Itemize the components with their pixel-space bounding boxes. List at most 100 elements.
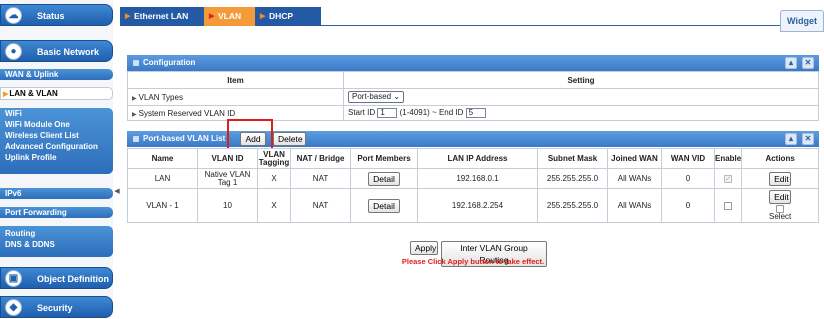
col-nat-bridge: NAT / Bridge [290, 148, 351, 169]
apply-button[interactable]: Apply [410, 241, 438, 255]
detail-button[interactable]: Detail [368, 171, 400, 186]
detail-button[interactable]: Detail [368, 198, 400, 213]
edit-button[interactable]: Edit [769, 190, 792, 204]
nav-port-forwarding[interactable]: Port Forwarding [0, 207, 113, 218]
tab-arrow-icon: ▶ [125, 13, 131, 20]
cell-mask: 255.255.255.0 [537, 188, 608, 223]
col-enable: Enable [713, 148, 743, 169]
nav-routing[interactable]: Routing [0, 228, 113, 239]
vlan-types-select[interactable]: Port-based ⌄ [348, 91, 405, 103]
cell-nat: NAT [290, 168, 351, 189]
range-hint: (1-4091) ~ End ID [399, 108, 464, 118]
nav-wifi[interactable]: WiFi [0, 108, 113, 119]
cell-actions: Edit [741, 168, 819, 189]
delete-vlan-button[interactable]: Delete [273, 132, 306, 146]
configuration-title: Configuration [143, 58, 196, 67]
tab-ethernet-lan-label: Ethernet LAN [134, 11, 189, 21]
tab-vlan-label: VLAN [218, 11, 242, 21]
cell-joined-wan: All WANs [607, 188, 662, 223]
cell-actions: Edit Select [741, 188, 819, 223]
col-vlan-tagging: VLAN Tagging [257, 148, 291, 169]
vlan-types-label: VLAN Types [138, 92, 183, 102]
nav-ipv6[interactable]: IPv6 [0, 188, 113, 199]
row-arrow-icon: ▶ [132, 111, 137, 118]
enable-checkbox[interactable] [724, 174, 733, 183]
tab-ethernet-lan[interactable]: ▶ Ethernet LAN [120, 7, 204, 26]
cell-tagging: X [257, 168, 291, 189]
network-globe-icon: ● [5, 43, 22, 60]
col-actions: Actions [741, 148, 819, 169]
cell-name: LAN [127, 168, 198, 189]
apply-notice: Please Click Apply button to take effect… [401, 257, 545, 266]
nav-basic-network-label: Basic Network [37, 47, 100, 57]
select-label: Select [769, 212, 792, 221]
col-wan-vid: WAN VID [661, 148, 715, 169]
end-id-input[interactable]: 5 [465, 108, 486, 118]
collapse-sidebar-icon[interactable]: ◀ [113, 182, 121, 202]
col-vlan-id: VLAN ID [197, 148, 258, 169]
cell-port-members: Detail [350, 188, 418, 223]
collapse-panel-icon[interactable]: ▴ [785, 57, 797, 69]
shield-icon: ◆ [5, 299, 22, 316]
cell-tagging: X [257, 188, 291, 223]
widget-button[interactable]: Widget [780, 10, 824, 32]
nav-wifi-module-one[interactable]: WiFi Module One [0, 119, 113, 130]
cell-ip: 192.168.0.1 [417, 168, 538, 189]
tab-dhcp-server[interactable]: ▶ DHCP Server [255, 7, 321, 40]
reserved-vlan-label: System Reserved VLAN ID [138, 108, 236, 118]
tab-bar: ▶ Ethernet LAN ▶ VLAN ▶ DHCP Server Widget [120, 7, 824, 40]
tab-vlan[interactable]: ▶ VLAN [204, 7, 255, 26]
reserved-setting: Start ID 1 (1-4091) ~ End ID 5 [343, 105, 819, 121]
nav-basic-network[interactable]: ● Basic Network [0, 40, 113, 62]
cell-vlan-id: Native VLAN Tag 1 [197, 168, 258, 189]
nav-object-definition[interactable]: ▣ Object Definition [0, 267, 113, 289]
edit-button[interactable]: Edit [769, 171, 792, 186]
nav-wifi-group: WiFi WiFi Module One Wireless Client Lis… [0, 108, 113, 174]
nav-status-label: Status [37, 11, 65, 21]
collapse-panel-icon[interactable]: ▴ [785, 133, 797, 145]
nav-status[interactable]: ☁ Status [0, 4, 113, 26]
nav-object-definition-label: Object Definition [37, 274, 109, 284]
cell-joined-wan: All WANs [607, 168, 662, 189]
tab-arrow-icon: ▶ [260, 13, 266, 20]
cell-ip: 192.168.2.254 [417, 188, 538, 223]
start-id-input[interactable]: 1 [377, 108, 398, 118]
cell-wan-vid: 0 [661, 168, 715, 189]
vlan-types-label-cell: ▶ VLAN Types [127, 88, 344, 106]
object-definition-icon: ▣ [5, 270, 22, 287]
vlan-list-table: Name VLAN ID VLAN Tagging NAT / Bridge P… [127, 148, 819, 223]
nav-dns-ddns[interactable]: DNS & DDNS [0, 239, 113, 250]
vlan-list-title: Port-based VLAN List [143, 134, 226, 143]
col-item: Item [127, 71, 344, 89]
close-panel-icon[interactable]: ✕ [802, 133, 814, 145]
col-subnet-mask: Subnet Mask [537, 148, 608, 169]
panel-bullet-icon [133, 135, 139, 142]
close-panel-icon[interactable]: ✕ [802, 57, 814, 69]
cell-enable [713, 188, 743, 223]
nav-routing-group: Routing DNS & DDNS [0, 226, 113, 257]
nav-security[interactable]: ◆ Security [0, 296, 113, 318]
cell-wan-vid: 0 [661, 188, 715, 223]
enable-checkbox[interactable] [724, 201, 733, 210]
nav-uplink-profile[interactable]: Uplink Profile [0, 152, 113, 163]
cell-name: VLAN - 1 [127, 188, 198, 223]
tab-arrow-icon: ▶ [209, 13, 215, 20]
nav-advanced-configuration[interactable]: Advanced Configuration [0, 141, 113, 152]
nav-security-label: Security [37, 303, 73, 313]
row-arrow-icon: ▶ [132, 95, 137, 102]
status-icon: ☁ [5, 7, 22, 24]
col-port-members: Port Members [350, 148, 418, 169]
vlan-types-setting: Port-based ⌄ [343, 88, 819, 106]
active-arrow-icon: ▶ [3, 91, 9, 98]
col-name: Name [127, 148, 198, 169]
sidebar: ☁ Status ● Basic Network WAN & Uplink ▶L… [0, 0, 113, 318]
nav-lan-vlan[interactable]: ▶LAN & VLAN [0, 87, 113, 100]
tab-dhcp-server-label: DHCP Server [269, 11, 296, 40]
vlan-types-value: Port-based [352, 92, 392, 101]
panel-bullet-icon [133, 59, 139, 66]
nav-wan-uplink[interactable]: WAN & Uplink [0, 69, 113, 80]
cell-enable [713, 168, 743, 189]
configuration-panel-header: Configuration ▴ ✕ [127, 55, 819, 71]
nav-wireless-client-list[interactable]: Wireless Client List [0, 130, 113, 141]
table-row: VLAN - 1 10 X NAT Detail 192.168.2.254 2… [127, 188, 819, 223]
